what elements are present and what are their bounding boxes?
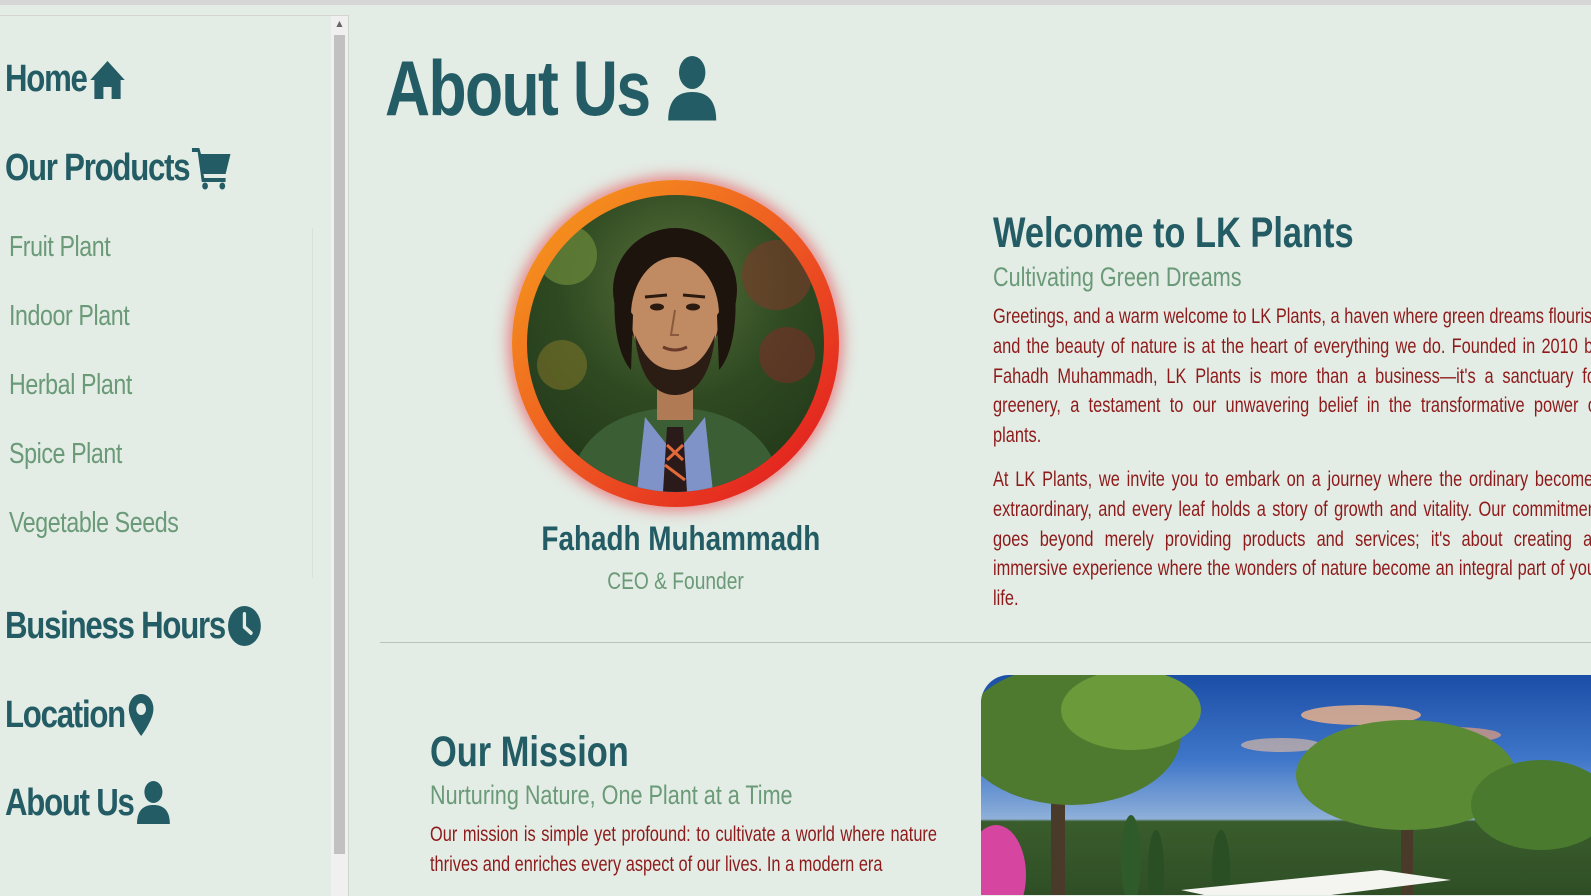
welcome-subheading: Cultivating Green Dreams [993,262,1242,292]
ceo-photo [527,195,824,492]
mission-subheading: Nurturing Nature, One Plant at a Time [430,780,793,810]
ceo-portrait [537,225,815,492]
welcome-paragraph-1: Greetings, and a warm welcome to LK Plan… [993,305,1591,448]
nav-location-link[interactable]: Location [5,692,156,738]
nav-about-us-link[interactable]: About Us [5,780,171,826]
cart-icon [191,148,231,190]
submenu-spice-plant[interactable]: Spice Plant [9,438,122,471]
user-icon [667,55,716,120]
main-content: About Us Fahadh Muhammadh CEO & Founder … [380,5,1591,895]
ceo-avatar-ring [512,180,839,507]
mission-heading: Our Mission [430,728,629,776]
nav-home-label: Home [5,58,88,100]
page-title: About Us [385,43,718,134]
submenu-vegetable-seeds[interactable]: Vegetable Seeds [9,507,179,540]
nav-partial-link[interactable] [5,868,144,896]
clock-icon [228,606,262,646]
nav-business-hours-label: Business Hours [5,604,226,647]
submenu-herbal-plant[interactable]: Herbal Plant [9,369,132,402]
scroll-up-arrow-icon[interactable]: ▲ [331,16,348,32]
ceo-role: CEO & Founder [607,568,744,595]
nav-products-label: Our Products [5,146,191,189]
nav-location-label: Location [5,693,126,736]
nav-business-hours-link[interactable]: Business Hours [5,604,263,648]
home-icon [89,60,125,99]
nav-our-products-link[interactable]: Our Products [5,146,232,190]
submenu-indoor-plant[interactable]: Indoor Plant [9,300,130,333]
mission-house-image [981,675,1591,895]
house-garden-illustration [981,675,1591,895]
mission-paragraph: Our mission is simple yet profound: to c… [430,823,937,876]
nav-home-link[interactable]: Home [5,58,126,101]
section-divider [380,642,1591,643]
user-icon [136,781,170,824]
submenu-fruit-plant[interactable]: Fruit Plant [9,231,111,264]
sidebar-scrollbar-thumb[interactable] [334,35,345,854]
page-title-text: About Us [385,44,651,132]
nav-about-label: About Us [5,781,135,824]
map-pin-icon [129,694,154,736]
welcome-paragraph-2: At LK Plants, we invite you to embark on… [993,468,1591,611]
sidebar: Home Our Products Fruit Plant Indoor Pla… [0,15,349,896]
ceo-name: Fahadh Muhammadh [541,520,821,558]
welcome-heading: Welcome to LK Plants [993,209,1354,257]
